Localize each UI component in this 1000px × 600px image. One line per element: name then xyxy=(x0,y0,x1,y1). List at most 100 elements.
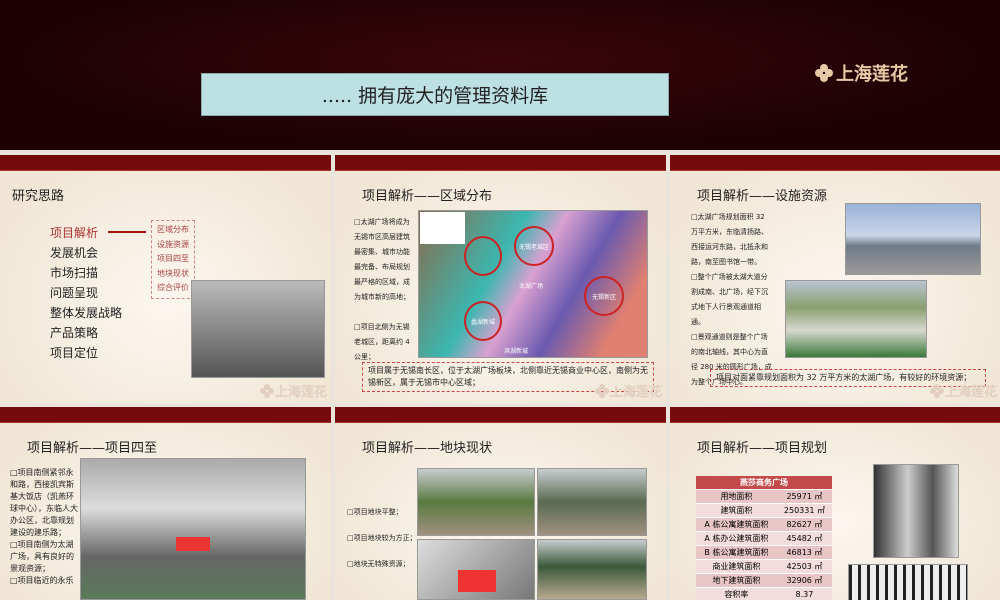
bullet-text: □太湖广场将成为无锡市区高层建筑最密集、城市功能最完备、布局规划最严格的区域，成… xyxy=(354,215,414,365)
lotus-icon xyxy=(815,64,833,82)
outline-item: 项目定位 xyxy=(50,346,99,360)
slide-title: 项目解析——地块现状 xyxy=(362,441,493,456)
map-label: 蠡湖新城 xyxy=(464,301,502,341)
bullet: □太湖广场规划面积 32 万平方米，东临清扬路、西接运河东路，北抵永和路，南至图… xyxy=(691,213,768,266)
slide-header-bar xyxy=(335,407,666,423)
table-row: 地下建筑面积 32906 ㎡ xyxy=(696,573,832,588)
slide-title: 研究思路 xyxy=(12,189,65,204)
site-photo xyxy=(417,468,535,536)
outline-item: 整体发展战略 xyxy=(50,306,123,320)
cell-value: 46813 ㎡ xyxy=(776,545,832,560)
table-row: 用地面积 25971 ㎡ xyxy=(696,489,832,504)
bullet: □项目南侧为太湖广场，具有良好的景观资源； xyxy=(10,540,74,573)
bullet: □项目北侧为无锡老城区，距离约 4 公里； xyxy=(354,323,410,361)
slide-title: 项目解析——区域分布 xyxy=(362,189,493,204)
cell-value: 82627 ㎡ xyxy=(776,517,832,532)
map-circle xyxy=(464,236,502,276)
arrow-icon xyxy=(108,231,146,233)
top-header-area: ..... 拥有庞大的管理资料库 上海莲花 xyxy=(0,0,1000,150)
bullet: □地块无特殊资源； xyxy=(347,560,410,568)
cell-label: A 栋办公建筑面积 xyxy=(696,531,777,546)
lotus-icon xyxy=(929,384,944,398)
sub-item: 设施资源 xyxy=(157,239,189,249)
table-row: B 栋公寓建筑面积 46813 ㎡ xyxy=(696,545,832,560)
slide-thumbnail-2[interactable]: 项目解析——区域分布 □太湖广场将成为无锡市区高层建筑最密集、城市功能最完备、布… xyxy=(335,155,666,403)
bullet: □项目地块平整； xyxy=(347,508,403,516)
table-row: 容积率 8.37 xyxy=(696,587,832,600)
outline-item: 产品策略 xyxy=(50,326,99,340)
map-label: 太湖广场 xyxy=(519,283,544,290)
bullet: □项目南侧紧邻永和路，西接凯宾斯基大饭店（凯燕环球中心），东临人大办公区，北靠规… xyxy=(10,468,78,537)
slide-title: 项目解析——项目规划 xyxy=(697,441,828,456)
surroundings-photos xyxy=(80,458,306,600)
cell-value: 25971 ㎡ xyxy=(776,489,832,504)
site-photo xyxy=(537,539,647,600)
logo-text: 上海莲花 xyxy=(836,64,908,85)
slide-title: 项目解析——项目四至 xyxy=(27,441,158,456)
cell-value: 8.37 xyxy=(776,587,832,600)
map-label: 滨湖新城 xyxy=(504,348,529,355)
watermark: 上海莲花 xyxy=(929,381,997,400)
bullet-text: □项目地块平整； □项目地块较为方正； □地块无特殊资源； xyxy=(347,499,417,577)
sub-item: 区域分布 xyxy=(157,225,189,234)
bullet: □太湖广场将成为无锡市区高层建筑最密集、城市功能最完备、布局规划最严格的区域，成… xyxy=(354,218,410,301)
watermark-text: 上海莲花 xyxy=(944,385,997,400)
outline-item: 发展机会 xyxy=(50,246,99,260)
outline-item: 市场扫描 xyxy=(50,266,99,280)
outline-item: 项目解析 xyxy=(50,226,99,240)
cell-value: 250331 ㎡ xyxy=(776,503,832,518)
map-inset xyxy=(420,212,465,244)
plaza-photo xyxy=(845,203,981,275)
outline-list: 项目解析 发展机会 市场扫描 问题呈现 整体发展战略 产品策略 项目定位 xyxy=(50,223,122,363)
map-label: 无锡老城区 xyxy=(514,226,554,266)
logo: 上海莲花 xyxy=(815,60,908,86)
cell-label: 容积率 xyxy=(696,587,777,600)
slide-thumbnail-1[interactable]: 研究思路 项目解析 发展机会 市场扫描 问题呈现 整体发展战略 产品策略 项目定… xyxy=(0,155,331,403)
sub-items-box: 区域分布 设施资源 项目四至 地块现状 综合评价 xyxy=(151,220,195,299)
cell-value: 45482 ㎡ xyxy=(776,531,832,546)
bullet: □项目临近的永乐 xyxy=(10,576,74,585)
planning-table: 燕莎商务广场 用地面积 25971 ㎡建筑面积 250331 ㎡ A 栋公寓建筑面积 8… xyxy=(696,476,832,600)
cell-label: B 栋公寓建筑面积 xyxy=(696,545,777,560)
cell-value: 42503 ㎡ xyxy=(776,559,832,574)
outline-item: 问题呈现 xyxy=(50,286,99,300)
cell-label: 地下建筑面积 xyxy=(696,573,777,588)
slide-thumbnail-5[interactable]: 项目解析——地块现状 □项目地块平整； □项目地块较为方正； □地块无特殊资源； xyxy=(335,407,666,600)
cell-label: 建筑面积 xyxy=(696,503,777,518)
slide-title: 项目解析——设施资源 xyxy=(697,189,828,204)
map-label: 无锡新区 xyxy=(584,276,624,316)
site-photo xyxy=(537,468,647,536)
site-plan xyxy=(848,564,968,600)
region-map: 无锡老城区 太湖广场 无锡新区 蠡湖新城 滨湖新城 xyxy=(418,210,648,358)
table-row: A 栋办公建筑面积 45482 ㎡ xyxy=(696,531,832,546)
watermark: 上海莲花 xyxy=(594,381,662,400)
project-site-marker xyxy=(458,570,496,592)
table-row: 商业建筑面积 42503 ㎡ xyxy=(696,559,832,574)
table-title: 燕莎商务广场 xyxy=(696,476,832,490)
lotus-icon xyxy=(259,384,274,398)
sub-item: 地块现状 xyxy=(157,268,189,278)
slide-header-bar xyxy=(0,407,331,423)
plaza-aerial-photo xyxy=(785,280,927,358)
watermark-text: 上海莲花 xyxy=(274,385,327,400)
bullet: □项目地块较为方正； xyxy=(347,534,417,542)
banner-title: ..... 拥有庞大的管理资料库 xyxy=(201,73,669,116)
sub-item: 项目四至 xyxy=(157,254,189,263)
lotus-icon xyxy=(594,384,609,398)
slide-thumbnail-3[interactable]: 项目解析——设施资源 □太湖广场规划面积 32 万平方米，东临清扬路、西接运河东… xyxy=(670,155,1000,403)
slide-header-bar xyxy=(670,155,1000,171)
cell-label: 用地面积 xyxy=(696,489,777,504)
slide-thumbnail-6[interactable]: 项目解析——项目规划 燕莎商务广场 用地面积 25971 ㎡建筑面积 250331 … xyxy=(670,407,1000,600)
bullet: □整个广场被太湖大道分割成南、北广场，经下沉式地下人行景观通道相通。 xyxy=(691,273,768,326)
slide-header-bar xyxy=(670,407,1000,423)
city-photo xyxy=(191,280,325,378)
sub-item: 综合评价 xyxy=(157,283,189,292)
watermark: 上海莲花 xyxy=(259,381,327,400)
slide-thumbnail-4[interactable]: 项目解析——项目四至 □项目南侧紧邻永和路，西接凯宾斯基大饭店（凯燕环球中心），… xyxy=(0,407,331,600)
table-row: 建筑面积 250331 ㎡ xyxy=(696,503,832,518)
aerial-map xyxy=(417,539,535,600)
building-rendering xyxy=(873,464,959,558)
cell-label: 商业建筑面积 xyxy=(696,559,777,574)
cell-label: A 栋公寓建筑面积 xyxy=(696,517,777,532)
bullet-text: □项目南侧紧邻永和路，西接凯宾斯基大饭店（凯燕环球中心），东临人大办公区，北靠规… xyxy=(10,467,78,587)
